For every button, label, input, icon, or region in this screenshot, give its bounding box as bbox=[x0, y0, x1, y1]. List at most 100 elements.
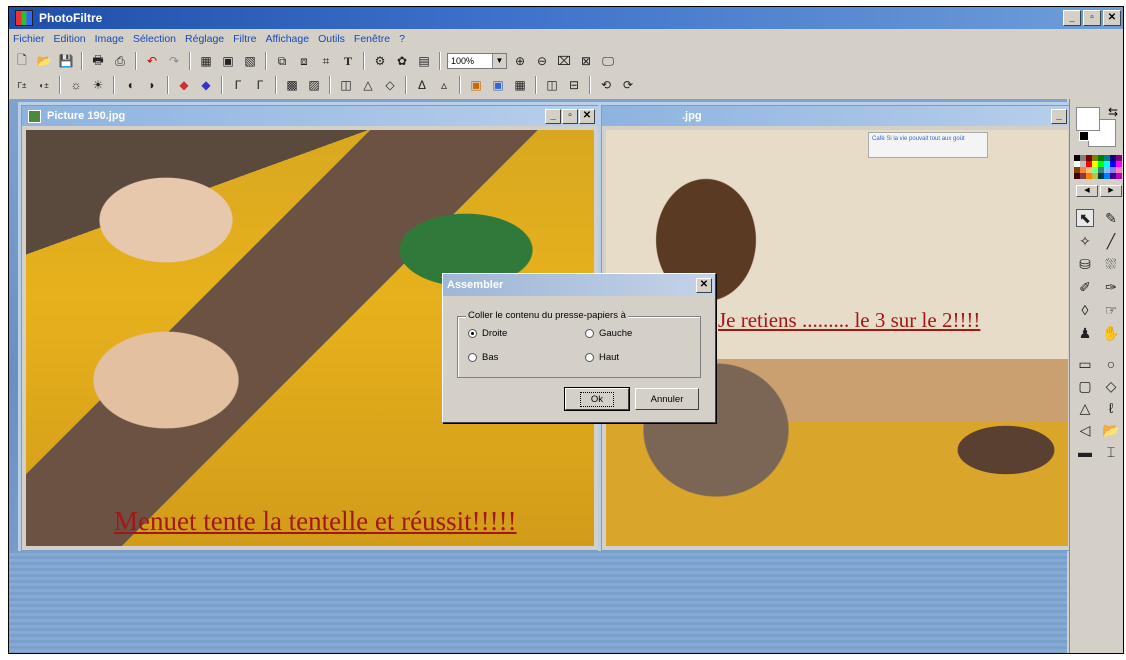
sharpen-icon[interactable]: △ bbox=[359, 76, 377, 94]
rotate-left-icon[interactable]: ⟲ bbox=[597, 76, 615, 94]
radio-droite[interactable]: Droite bbox=[468, 328, 507, 339]
auto-levels-icon[interactable]: Γ± bbox=[13, 76, 31, 94]
radio-bas[interactable]: Bas bbox=[468, 352, 498, 363]
close-icon[interactable]: ✕ bbox=[1103, 10, 1121, 26]
palette-next-icon[interactable]: ▶ bbox=[1100, 185, 1122, 197]
clone-stamp-icon[interactable]: ♟ bbox=[1076, 324, 1094, 342]
flip-horizontal-icon[interactable]: ◫ bbox=[543, 76, 561, 94]
rounded-rect-icon[interactable]: ▢ bbox=[1076, 377, 1094, 395]
frame-outer-icon[interactable]: ▣ bbox=[489, 76, 507, 94]
spray-icon[interactable]: ⛆ bbox=[1102, 255, 1120, 273]
undo-icon[interactable]: ↶ bbox=[143, 52, 161, 70]
full-screen-icon[interactable]: 🖵 bbox=[599, 52, 617, 70]
menu-filtre[interactable]: Filtre bbox=[233, 33, 256, 45]
menu-affichage[interactable]: Affichage bbox=[265, 33, 309, 45]
rotate-right-icon[interactable]: ⟳ bbox=[619, 76, 637, 94]
line-tool-icon[interactable]: ╱ bbox=[1102, 232, 1120, 250]
zoom-in-icon[interactable]: ⊕ bbox=[511, 52, 529, 70]
menu-selection[interactable]: Sélection bbox=[133, 33, 176, 45]
eyedropper-icon[interactable]: ✎ bbox=[1102, 209, 1120, 227]
paste-icon[interactable]: ▣ bbox=[219, 52, 237, 70]
radio-indicator[interactable] bbox=[468, 329, 477, 338]
open-file-icon[interactable]: 📂 bbox=[35, 52, 53, 70]
contrast-minus-icon[interactable]: ◖ bbox=[121, 76, 139, 94]
saturation-minus-icon[interactable]: ◆ bbox=[175, 76, 193, 94]
fill-bucket-icon[interactable]: ⛁ bbox=[1076, 255, 1094, 273]
brightness-minus-icon[interactable]: ☼ bbox=[67, 76, 85, 94]
actual-size-icon[interactable]: ⌧ bbox=[555, 52, 573, 70]
menu-image[interactable]: Image bbox=[95, 33, 124, 45]
saturation-plus-icon[interactable]: ◆ bbox=[197, 76, 215, 94]
maximize-icon[interactable]: ▫ bbox=[562, 109, 578, 124]
document-title-bar[interactable]: Picture 190.jpg _ ▫ ✕ bbox=[22, 106, 598, 126]
radio-indicator[interactable] bbox=[468, 353, 477, 362]
ellipse-icon[interactable]: ○ bbox=[1102, 355, 1120, 373]
blur-icon[interactable]: ◫ bbox=[337, 76, 355, 94]
rectangle-icon[interactable]: ▭ bbox=[1076, 355, 1094, 373]
swap-colors-icon[interactable]: ⇆ bbox=[1108, 105, 1118, 119]
open-shape-icon[interactable]: 📂 bbox=[1102, 421, 1120, 439]
fit-window-icon[interactable]: ⊠ bbox=[577, 52, 595, 70]
zoom-select[interactable]: 100% ▼ bbox=[447, 53, 507, 69]
chevron-down-icon[interactable]: ▼ bbox=[492, 54, 506, 68]
default-colors-icon[interactable] bbox=[1079, 131, 1089, 141]
advanced-brush-icon[interactable]: ✑ bbox=[1102, 278, 1120, 296]
close-icon[interactable]: ✕ bbox=[696, 278, 712, 293]
image-size-icon[interactable]: ⧉ bbox=[273, 52, 291, 70]
texture-icon[interactable]: ▦ bbox=[511, 76, 529, 94]
radio-indicator[interactable] bbox=[585, 329, 594, 338]
cancel-button[interactable]: Annuler bbox=[635, 388, 699, 410]
redo-icon[interactable]: ↷ bbox=[165, 52, 183, 70]
minimize-icon[interactable]: _ bbox=[1051, 109, 1067, 124]
menu-fenetre[interactable]: Fenêtre bbox=[354, 33, 390, 45]
palette-prev-icon[interactable]: ◀ bbox=[1076, 185, 1098, 197]
menu-edition[interactable]: Edition bbox=[54, 33, 86, 45]
palette-swatch[interactable] bbox=[1116, 173, 1122, 179]
menu-fichier[interactable]: Fichier bbox=[13, 33, 45, 45]
close-icon[interactable]: ✕ bbox=[579, 109, 595, 124]
canvas-size-icon[interactable]: ⧈ bbox=[295, 52, 313, 70]
frame-icon[interactable]: ▣ bbox=[467, 76, 485, 94]
radio-indicator[interactable] bbox=[585, 353, 594, 362]
grayscale-icon[interactable]: ▩ bbox=[283, 76, 301, 94]
relief-icon[interactable]: ▵ bbox=[435, 76, 453, 94]
text-icon[interactable]: T bbox=[339, 52, 357, 70]
menu-help[interactable]: ? bbox=[399, 33, 405, 45]
polygon-icon[interactable]: ◁ bbox=[1076, 421, 1094, 439]
new-file-icon[interactable]: 🗋 bbox=[13, 52, 31, 70]
plugins-icon[interactable]: ✿ bbox=[393, 52, 411, 70]
menu-reglage[interactable]: Réglage bbox=[185, 33, 224, 45]
crop-icon[interactable]: ⌗ bbox=[317, 52, 335, 70]
menu-outils[interactable]: Outils bbox=[318, 33, 345, 45]
selection-tool-icon[interactable]: ⬉ bbox=[1076, 209, 1094, 227]
outline-mode-icon[interactable]: ⌶ bbox=[1102, 443, 1120, 461]
color-palette[interactable] bbox=[1074, 155, 1122, 179]
lasso-icon[interactable]: ℓ bbox=[1102, 399, 1120, 417]
gamma-minus-icon[interactable]: Γ bbox=[229, 76, 247, 94]
emboss-icon[interactable]: Δ bbox=[413, 76, 431, 94]
minimize-icon[interactable]: _ bbox=[1063, 10, 1081, 26]
brush-icon[interactable]: ✐ bbox=[1076, 278, 1094, 296]
scripts-icon[interactable]: ⚙ bbox=[371, 52, 389, 70]
minimize-icon[interactable]: _ bbox=[545, 109, 561, 124]
paste-new-icon[interactable]: ▧ bbox=[241, 52, 259, 70]
sepia-icon[interactable]: ▨ bbox=[305, 76, 323, 94]
soften-icon[interactable]: ◇ bbox=[381, 76, 399, 94]
blur-drop-icon[interactable]: ◊ bbox=[1076, 301, 1094, 319]
print-icon[interactable]: 🖶 bbox=[89, 52, 107, 70]
auto-contrast-icon[interactable]: ◐± bbox=[35, 76, 53, 94]
hand-icon[interactable]: ✋ bbox=[1102, 324, 1120, 342]
foreground-color-swatch[interactable] bbox=[1076, 107, 1100, 131]
radio-gauche[interactable]: Gauche bbox=[585, 328, 632, 339]
copy-icon[interactable]: ▦ bbox=[197, 52, 215, 70]
dialog-title-bar[interactable]: Assembler ✕ bbox=[443, 274, 715, 296]
document-title-bar[interactable]: .jpg _ bbox=[602, 106, 1072, 126]
explorer-icon[interactable]: ▤ bbox=[415, 52, 433, 70]
maximize-icon[interactable]: ▫ bbox=[1083, 10, 1101, 26]
smudge-icon[interactable]: ☞ bbox=[1102, 301, 1120, 319]
flip-vertical-icon[interactable]: ⊟ bbox=[565, 76, 583, 94]
scan-icon[interactable]: ⎙ bbox=[111, 52, 129, 70]
fill-mode-icon[interactable]: ▬ bbox=[1076, 443, 1094, 461]
magic-wand-icon[interactable]: ✧ bbox=[1076, 232, 1094, 250]
ok-button[interactable]: Ok bbox=[564, 387, 630, 411]
